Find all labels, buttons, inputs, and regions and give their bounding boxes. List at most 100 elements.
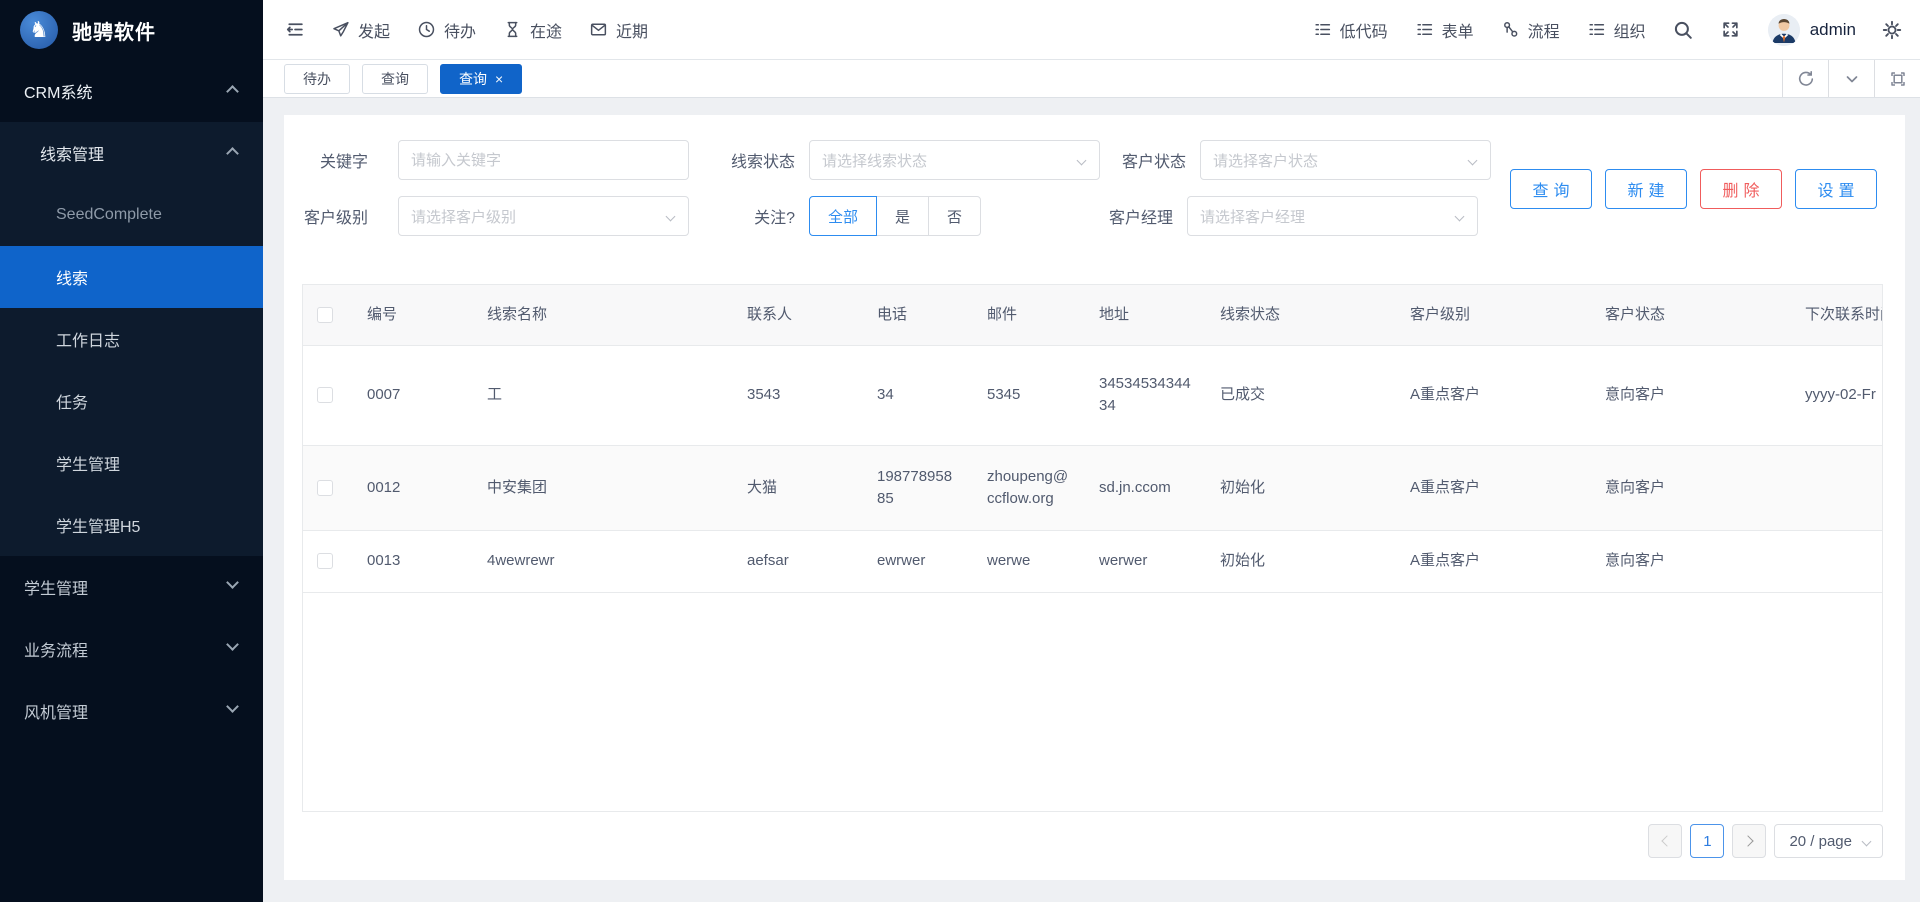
settings-grid-button[interactable]: 设置 xyxy=(1795,169,1877,209)
sidebar-item-lead-management[interactable]: 线索管理 xyxy=(0,122,263,184)
lead-status-select[interactable]: 请选择线索状态 xyxy=(809,140,1100,180)
cell-customer-level: A重点客户 xyxy=(1396,445,1591,531)
cell-lead-name: 工 xyxy=(473,345,733,446)
cell-lead-status: 已成交 xyxy=(1206,345,1396,446)
sidebar-item-leads[interactable]: 线索 xyxy=(0,246,263,308)
cell-next-contact-time: yyyy-02-Fr xyxy=(1791,345,1882,446)
sidebar-item-student-management-top[interactable]: 学生管理 xyxy=(0,556,263,618)
follow-option-yes[interactable]: 是 xyxy=(876,196,930,236)
leads-table: 编号 线索名称 联系人 电话 邮件 地址 线索状态 客户级别 客户状态 下次联系… xyxy=(302,284,1883,812)
sidebar-item-fan-management[interactable]: 风机管理 xyxy=(0,680,263,742)
pagination: 1 20 / page xyxy=(1648,824,1883,858)
maximize-view-button[interactable] xyxy=(1874,60,1920,97)
delete-button[interactable]: 删除 xyxy=(1700,169,1782,209)
username[interactable]: admin xyxy=(1810,20,1856,40)
prev-page-button[interactable] xyxy=(1648,824,1683,858)
lead-status-label: 线索状态 xyxy=(730,154,795,171)
sidebar-item-student-management[interactable]: 学生管理 xyxy=(0,432,263,494)
sidebar-item-label: 风机管理 xyxy=(24,705,89,722)
row-checkbox[interactable] xyxy=(317,387,333,404)
sidebar-item-label: 线索 xyxy=(56,271,89,288)
sidebar-item-crm-system[interactable]: CRM系统 xyxy=(0,60,263,122)
cell-lead-name: 4wewrewr xyxy=(473,530,733,593)
tab-label: 查询 xyxy=(459,70,487,87)
tabbar: 待办 查询 查询 × xyxy=(263,60,1920,98)
customer-level-placeholder: 请选择客户级别 xyxy=(411,208,517,226)
keyword-input[interactable] xyxy=(399,141,688,179)
page-number-button[interactable]: 1 xyxy=(1690,824,1725,858)
refresh-tab-button[interactable] xyxy=(1782,60,1828,97)
topbar-item-in-transit[interactable]: 在途 xyxy=(503,18,562,42)
cell-customer-level: A重点客户 xyxy=(1396,530,1591,593)
cell-id: 0012 xyxy=(353,445,473,531)
chevron-down-icon xyxy=(1846,75,1857,82)
topbar-item-forms[interactable]: 表单 xyxy=(1415,18,1474,42)
topbar-item-label: 低代码 xyxy=(1339,23,1388,41)
topbar-item-initiate[interactable]: 发起 xyxy=(331,18,390,42)
cell-next-contact-time xyxy=(1791,445,1882,531)
next-page-button[interactable] xyxy=(1732,824,1767,858)
tabbar-tools xyxy=(1782,60,1920,97)
brand-name: 驰骋软件 xyxy=(72,21,156,44)
follow-option-label: 否 xyxy=(947,208,963,226)
sidebar-item-seedcomplete[interactable]: SeedComplete xyxy=(0,184,263,246)
avatar-image xyxy=(1767,13,1800,46)
fullscreen-button[interactable] xyxy=(1721,20,1740,39)
topbar: 发起 待办 在途 近期 低代码 表单 流程 组织 admin xyxy=(263,0,1920,60)
row-checkbox[interactable] xyxy=(317,553,333,570)
sidebar-item-student-management-h5[interactable]: 学生管理H5 xyxy=(0,494,263,556)
topbar-item-lowcode[interactable]: 低代码 xyxy=(1313,18,1388,42)
cell-address: sd.jn.ccom xyxy=(1085,445,1206,531)
chevron-up-icon xyxy=(226,82,239,101)
tab-query[interactable]: 查询 xyxy=(362,63,428,94)
customer-level-label: 客户级别 xyxy=(303,210,368,227)
gear-icon xyxy=(1882,20,1902,39)
customer-level-select[interactable]: 请选择客户级别 xyxy=(398,196,689,236)
follow-option-no[interactable]: 否 xyxy=(928,196,982,236)
tab-query-active[interactable]: 查询 × xyxy=(440,63,523,94)
table-row: 0007 工 3543 34 5345 3453453434434 已成交 A重… xyxy=(303,345,1882,446)
page-size-select[interactable]: 20 / page xyxy=(1774,824,1883,858)
create-button[interactable]: 新建 xyxy=(1605,169,1687,209)
topbar-item-recent[interactable]: 近期 xyxy=(589,18,648,42)
topbar-item-organization[interactable]: 组织 xyxy=(1587,18,1646,42)
user-avatar[interactable] xyxy=(1767,13,1800,46)
customer-status-select[interactable]: 请选择客户状态 xyxy=(1200,140,1491,180)
col-header-id: 编号 xyxy=(353,285,473,346)
row-checkbox-cell xyxy=(303,345,353,446)
clock-icon xyxy=(418,21,435,38)
customer-status-label: 客户状态 xyxy=(1121,154,1186,171)
query-panel: 关键字 线索状态 请选择线索状态 客户状态 请选择客户状态 客户级别 请选择客户… xyxy=(284,115,1905,880)
sidebar-item-label: 工作日志 xyxy=(56,333,121,350)
search-button[interactable] xyxy=(1673,20,1693,40)
follow-option-all[interactable]: 全部 xyxy=(809,196,878,236)
row-checkbox[interactable] xyxy=(317,479,333,496)
collapse-sidebar-button[interactable] xyxy=(285,20,304,39)
header-checkbox-cell xyxy=(303,285,353,346)
tab-list-dropdown-button[interactable] xyxy=(1828,60,1874,97)
table-row: 0013 4wewrewr aefsar ewrwer werwe werwer… xyxy=(303,530,1882,593)
settings-button[interactable] xyxy=(1882,20,1902,40)
logo-glyph: ♞ xyxy=(29,17,49,42)
topbar-item-todo[interactable]: 待办 xyxy=(417,18,476,42)
sidebar-item-business-process[interactable]: 业务流程 xyxy=(0,618,263,680)
query-button[interactable]: 查询 xyxy=(1510,169,1592,209)
cell-lead-name: 中安集团 xyxy=(473,445,733,531)
col-header-customer-status: 客户状态 xyxy=(1591,285,1791,346)
tab-close-icon[interactable]: × xyxy=(495,71,503,87)
cell-phone: ewrwer xyxy=(863,530,973,593)
cell-customer-status: 意向客户 xyxy=(1591,530,1791,593)
chevron-down-icon xyxy=(226,700,239,720)
topbar-item-label: 待办 xyxy=(444,23,477,41)
select-all-checkbox[interactable] xyxy=(317,306,333,323)
sidebar-item-work-log[interactable]: 工作日志 xyxy=(0,308,263,370)
sidebar-item-tasks[interactable]: 任务 xyxy=(0,370,263,432)
sidebar-submenu-lead-management: 线索管理 SeedComplete 线索 工作日志 任务 学生管理 学生管理H5 xyxy=(0,122,263,556)
sidebar-item-label: 学生管理 xyxy=(24,581,89,598)
col-header-email: 邮件 xyxy=(973,285,1085,346)
topbar-item-process[interactable]: 流程 xyxy=(1501,18,1560,42)
tab-todo[interactable]: 待办 xyxy=(284,63,350,94)
customer-manager-select[interactable]: 请选择客户经理 xyxy=(1187,196,1479,236)
customer-manager-placeholder: 请选择客户经理 xyxy=(1200,208,1306,226)
col-header-contact: 联系人 xyxy=(733,285,863,346)
